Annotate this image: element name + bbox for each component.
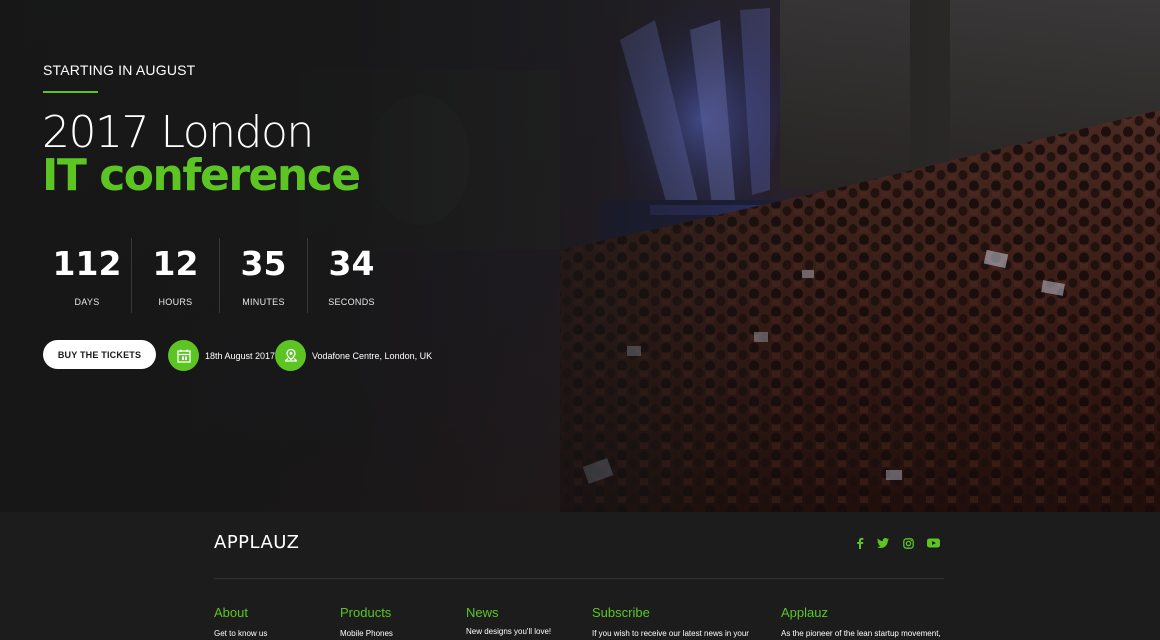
countdown-minutes: 35 MINUTES (219, 238, 307, 313)
countdown-timer: 112 DAYS 12 HOURS 35 MINUTES 34 SECONDS (43, 238, 393, 313)
footer-heading-about: About (214, 605, 248, 620)
site-footer: APPLAUZ About Get to know us Products Mo… (0, 512, 1160, 640)
hero-section: STARTING IN AUGUST 2017 London IT confer… (0, 0, 1160, 512)
countdown-seconds: 34 SECONDS (307, 238, 395, 313)
footer-heading-news: News (466, 605, 499, 620)
countdown-days-label: DAYS (74, 297, 100, 307)
footer-heading-subscribe: Subscribe (592, 605, 650, 620)
footer-divider (214, 578, 944, 579)
footer-link-news[interactable]: New designs you'll love! (466, 627, 551, 636)
buy-tickets-button[interactable]: BUY THE TICKETS (43, 340, 156, 369)
countdown-minutes-value: 35 (240, 244, 287, 283)
twitter-icon[interactable] (876, 536, 890, 550)
footer-link-about[interactable]: Get to know us (214, 629, 267, 638)
footer-applauz-text: As the pioneer of the lean startup movem… (781, 629, 941, 638)
hero-eyebrow: STARTING IN AUGUST (43, 62, 196, 78)
event-venue: Vodafone Centre, London, UK (275, 340, 432, 371)
footer-heading-applauz: Applauz (781, 605, 828, 620)
event-date-text: 18th August 2017 (205, 350, 276, 361)
hero-title-line2: IT conference (42, 150, 361, 201)
countdown-seconds-label: SECONDS (328, 297, 375, 307)
eyebrow-underline (43, 91, 98, 93)
countdown-days-value: 112 (52, 244, 122, 283)
countdown-hours-value: 12 (152, 244, 199, 283)
instagram-icon[interactable] (901, 536, 915, 550)
location-icon (275, 340, 306, 371)
footer-heading-products: Products (340, 605, 392, 620)
countdown-hours: 12 HOURS (131, 238, 219, 313)
applauz-logo[interactable]: APPLAUZ (214, 532, 299, 553)
footer-subscribe-text: If you wish to receive our latest news i… (592, 629, 749, 638)
event-venue-text: Vodafone Centre, London, UK (312, 350, 433, 361)
youtube-icon[interactable] (926, 536, 940, 550)
countdown-seconds-value: 34 (328, 244, 375, 283)
event-date: 18th August 2017 (168, 340, 275, 371)
countdown-minutes-label: MINUTES (242, 297, 285, 307)
footer-link-products[interactable]: Mobile Phones (340, 629, 393, 638)
countdown-hours-label: HOURS (158, 297, 193, 307)
countdown-days: 112 DAYS (43, 238, 131, 313)
facebook-icon[interactable] (853, 536, 867, 550)
calendar-icon (168, 340, 199, 371)
